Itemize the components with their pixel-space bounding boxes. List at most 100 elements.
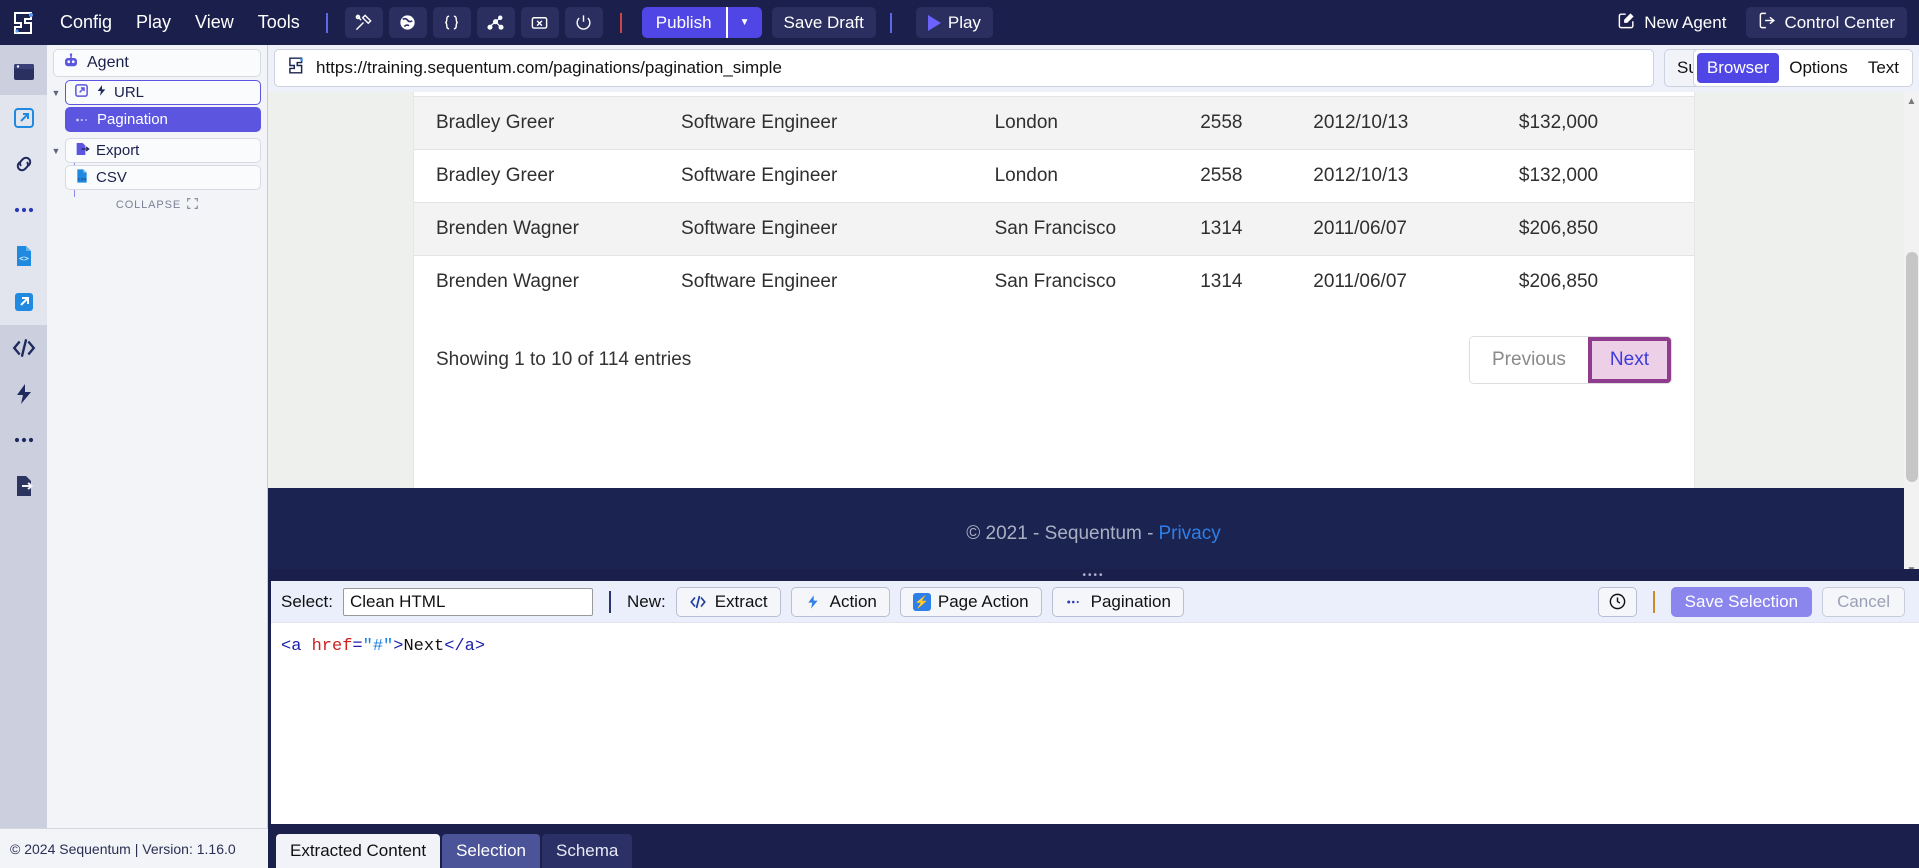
table-row[interactable]: Bradley Greer Software Engineer London 2… — [414, 97, 1694, 150]
publish-button[interactable]: Publish — [642, 7, 728, 38]
new-extract-button[interactable]: Extract — [676, 587, 781, 617]
play-button[interactable]: Play — [916, 7, 993, 38]
toolbar-divider-right — [1653, 591, 1655, 613]
new-page-action-button[interactable]: ⚡ Page Action — [900, 587, 1042, 617]
cell-age: 1314 — [1190, 256, 1303, 309]
app-version-footer: © 2024 Sequentum | Version: 1.16.0 — [0, 828, 268, 868]
new-agent-button[interactable]: New Agent — [1607, 7, 1736, 38]
menu-tools[interactable]: Tools — [246, 7, 312, 38]
selection-code-preview: <a href="#">Next</a> — [271, 623, 1919, 781]
tree-node-url-box[interactable]: URL — [65, 80, 261, 105]
menu-divider — [326, 13, 328, 33]
graph-nodes-icon[interactable] — [477, 7, 515, 38]
web-page-content: Bradley Greer Software Engineer London 2… — [413, 92, 1695, 488]
menu-play[interactable]: Play — [124, 7, 183, 38]
csv-file-icon: csv — [74, 168, 90, 188]
tools-icon[interactable] — [345, 7, 383, 38]
tree-node-url[interactable]: ▼ URL — [47, 79, 267, 106]
dots-icon[interactable] — [4, 190, 44, 230]
tab-text[interactable]: Text — [1858, 53, 1909, 83]
tree-root-agent[interactable]: Agent — [53, 49, 261, 77]
scrollbar-thumb[interactable] — [1906, 252, 1918, 482]
url-bar[interactable]: https://training.sequentum.com/paginatio… — [274, 49, 1654, 87]
save-selection-button[interactable]: Save Selection — [1671, 587, 1812, 617]
new-pagination-button[interactable]: Pagination — [1052, 587, 1184, 617]
tree-node-csv-box[interactable]: csv CSV — [65, 165, 261, 190]
privacy-link[interactable]: Privacy — [1158, 523, 1220, 545]
toolbar-divider — [609, 591, 611, 613]
chevron-down-icon[interactable]: ▼ — [47, 88, 65, 98]
new-extract-label: Extract — [715, 592, 768, 612]
tree-node-export[interactable]: ▼ Export — [47, 137, 267, 164]
cell-position: Software Engineer — [671, 203, 985, 256]
new-agent-label: New Agent — [1644, 13, 1726, 33]
agent-tree-panel: Agent ▼ URL Pagination — [47, 45, 268, 828]
more-dots-icon[interactable] — [4, 420, 44, 460]
tree-node-export-label: Export — [96, 142, 139, 159]
rail-group-active: <> — [0, 95, 47, 325]
braces-icon[interactable] — [433, 7, 471, 38]
window-icon[interactable] — [4, 52, 44, 92]
publish-button-group[interactable]: Publish ▼ — [642, 7, 762, 38]
cell-age: 1314 — [1190, 203, 1303, 256]
history-button[interactable] — [1598, 587, 1637, 617]
sequentum-logo-icon[interactable] — [0, 0, 48, 45]
lightning-icon — [95, 84, 108, 101]
table-row[interactable]: Bradley Greer Software Engineer London 2… — [414, 150, 1694, 203]
code-tags-icon[interactable] — [4, 328, 44, 368]
code-gt: > — [393, 637, 403, 656]
new-action-button[interactable]: Action — [791, 587, 890, 617]
control-center-button[interactable]: Control Center — [1746, 7, 1907, 38]
tree-node-pagination[interactable]: Pagination — [65, 106, 267, 133]
export-file-icon[interactable] — [4, 466, 44, 506]
tab-schema[interactable]: Schema — [542, 834, 632, 868]
power-icon[interactable] — [565, 7, 603, 38]
chevron-down-icon[interactable]: ▼ — [47, 146, 65, 156]
globe-icon[interactable] — [389, 7, 427, 38]
employees-table: Bradley Greer Software Engineer London 2… — [414, 96, 1694, 308]
tab-extracted-content[interactable]: Extracted Content — [276, 834, 440, 868]
cell-salary: $206,850 — [1509, 256, 1694, 309]
collapse-tree-button[interactable]: COLLAPSE — [47, 198, 267, 212]
new-pagination-label: Pagination — [1091, 592, 1171, 612]
vertical-scrollbar[interactable]: ▲ ▼ — [1904, 92, 1919, 580]
panel-resize-handle[interactable]: •••• — [268, 569, 1919, 581]
tab-selection[interactable]: Selection — [442, 834, 540, 868]
tree-node-pagination-box[interactable]: Pagination — [65, 107, 261, 132]
lightning-icon[interactable] — [4, 374, 44, 414]
cell-name: Brenden Wagner — [414, 256, 671, 309]
scroll-up-icon[interactable]: ▲ — [1906, 96, 1917, 107]
selection-panel: Select: New: Extract Action ⚡ Page Actio… — [268, 581, 1919, 824]
arrow-up-right-icon[interactable] — [4, 282, 44, 322]
pagination-bar: Showing 1 to 10 of 114 entries Previous … — [414, 308, 1694, 384]
tree-node-csv[interactable]: csv CSV — [65, 164, 267, 191]
link-chain-icon[interactable] — [4, 144, 44, 184]
code-value: "#" — [363, 637, 394, 656]
delete-folder-icon[interactable] — [521, 7, 559, 38]
application-window: Config Play View Tools — [0, 0, 1919, 868]
page-icon — [287, 56, 306, 80]
external-link-icon — [74, 83, 89, 102]
next-button[interactable]: Next — [1588, 337, 1671, 383]
file-code-icon[interactable]: <> — [4, 236, 44, 276]
chevron-down-icon[interactable]: ▼ — [728, 7, 762, 38]
menu-view[interactable]: View — [183, 7, 246, 38]
url-text[interactable]: https://training.sequentum.com/paginatio… — [316, 58, 782, 78]
previous-button[interactable]: Previous — [1470, 337, 1588, 383]
external-link-icon[interactable] — [4, 98, 44, 138]
cell-age: 2558 — [1190, 150, 1303, 203]
menu-config[interactable]: Config — [48, 7, 124, 38]
tab-options[interactable]: Options — [1779, 53, 1858, 83]
collapse-icon — [187, 198, 198, 212]
publish-divider — [620, 13, 622, 33]
tree-node-export-box[interactable]: Export — [65, 138, 261, 163]
clock-icon — [1608, 592, 1627, 611]
export-arrow-icon — [74, 141, 90, 161]
save-draft-button[interactable]: Save Draft — [772, 7, 876, 38]
cancel-button[interactable]: Cancel — [1822, 587, 1905, 617]
tab-browser[interactable]: Browser — [1697, 53, 1779, 83]
table-row[interactable]: Brenden Wagner Software Engineer San Fra… — [414, 203, 1694, 256]
table-row[interactable]: Brenden Wagner Software Engineer San Fra… — [414, 256, 1694, 309]
tree-root-label: Agent — [87, 54, 129, 72]
select-mode-input[interactable] — [343, 588, 593, 616]
